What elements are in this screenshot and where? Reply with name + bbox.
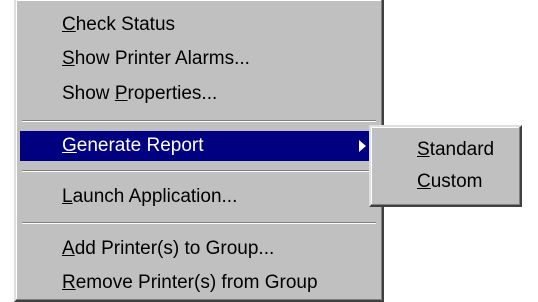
menu-item-generate-report[interactable]: Generate Report — [20, 131, 378, 161]
generate-report-submenu: Standard Custom — [369, 125, 522, 207]
menu-item-check-status[interactable]: Check Status — [20, 10, 378, 40]
submenu-item-standard[interactable]: Standard — [375, 133, 516, 167]
menu-item-show-printer-alarms[interactable]: Show Printer Alarms... — [20, 44, 378, 74]
context-menu: Check Status Show Printer Alarms... Show… — [14, 0, 384, 302]
submenu-item-custom[interactable]: Custom — [375, 165, 516, 199]
menu-separator — [22, 222, 376, 224]
menu-item-launch-application[interactable]: Launch Application... — [20, 182, 378, 212]
menu-item-remove-printers-from-group[interactable]: Remove Printer(s) from Group — [20, 268, 378, 298]
menu-separator — [22, 120, 376, 122]
menu-item-add-printers-to-group[interactable]: Add Printer(s) to Group... — [20, 234, 378, 264]
menu-item-label: Generate Report — [62, 135, 204, 156]
menu-separator — [22, 170, 376, 172]
menu-item-show-properties[interactable]: Show Properties... — [20, 79, 378, 109]
submenu-arrow-icon — [359, 140, 366, 152]
stage: Check Status Show Printer Alarms... Show… — [0, 0, 538, 302]
